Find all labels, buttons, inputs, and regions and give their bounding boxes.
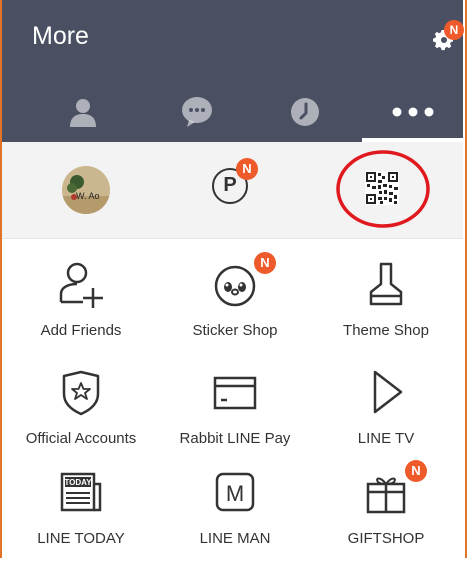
- add-friends-item[interactable]: Add Friends: [4, 248, 158, 354]
- today-text: TODAY: [64, 478, 92, 487]
- settings-button[interactable]: N: [428, 20, 464, 54]
- quick-actions-bar: W. Ao P N: [2, 142, 463, 239]
- sticker-shop-label: Sticker Shop: [192, 322, 278, 339]
- tab-more[interactable]: [356, 86, 467, 138]
- tab-chats[interactable]: [140, 86, 254, 138]
- page-title: More: [32, 22, 89, 50]
- rabbit-line-pay-item[interactable]: Rabbit LINE Pay: [158, 356, 312, 462]
- official-accounts-item[interactable]: Official Accounts: [4, 356, 158, 462]
- profile-avatar[interactable]: W. Ao: [62, 166, 110, 214]
- m-box-icon: M: [215, 472, 255, 512]
- giftshop-item[interactable]: N GIFTSHOP: [309, 456, 463, 562]
- line-today-label: LINE TODAY: [37, 530, 125, 547]
- official-shield-icon: [62, 370, 100, 416]
- theme-shop-label: Theme Shop: [343, 322, 429, 339]
- sticker-new-badge: N: [254, 252, 276, 274]
- more-dots-icon: [392, 107, 434, 117]
- highlight-circle: [336, 150, 430, 228]
- settings-new-badge: N: [444, 20, 464, 40]
- theme-shop-item[interactable]: Theme Shop: [309, 248, 463, 354]
- tab-timeline[interactable]: [248, 86, 362, 138]
- points-letter: P: [223, 174, 237, 196]
- brush-icon: [369, 262, 403, 306]
- line-today-item[interactable]: TODAY LINE TODAY: [4, 456, 158, 562]
- person-icon: [70, 99, 96, 127]
- sticker-shop-item[interactable]: N Sticker Shop: [158, 248, 312, 354]
- official-accounts-label: Official Accounts: [25, 430, 137, 447]
- clock-icon: [291, 98, 319, 126]
- avatar-caption: W. Ao: [76, 191, 100, 201]
- tab-friends[interactable]: [26, 86, 140, 138]
- giftshop-label: GIFTSHOP: [347, 530, 425, 547]
- play-icon: [373, 370, 403, 414]
- add-friends-label: Add Friends: [40, 322, 122, 339]
- giftshop-new-badge: N: [405, 460, 427, 482]
- add-friend-icon: [59, 262, 103, 308]
- card-icon: [213, 376, 257, 410]
- points-new-badge: N: [236, 158, 258, 180]
- points-button[interactable]: P N: [212, 158, 258, 208]
- rabbit-line-pay-label: Rabbit LINE Pay: [179, 430, 291, 447]
- line-tv-item[interactable]: LINE TV: [309, 356, 463, 462]
- line-man-label: LINE MAN: [199, 530, 271, 547]
- chat-bubble-icon: [182, 97, 212, 127]
- line-man-item[interactable]: M LINE MAN: [158, 456, 312, 562]
- header-bar: More N: [2, 0, 464, 142]
- avatar-photo: [62, 166, 110, 214]
- man-letter: M: [226, 481, 244, 506]
- newspaper-icon: TODAY: [60, 472, 102, 512]
- line-tv-label: LINE TV: [357, 430, 415, 447]
